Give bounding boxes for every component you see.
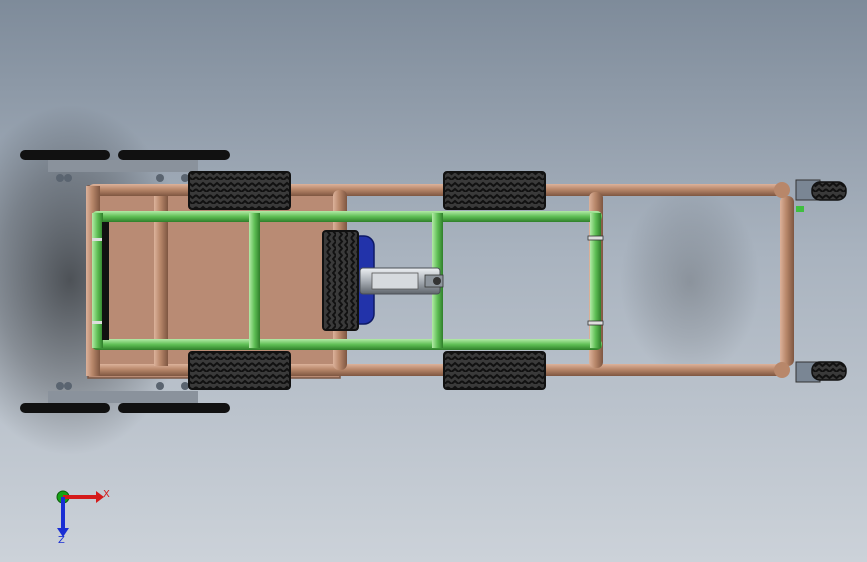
cad-model-view[interactable] [0,0,867,562]
steering-column[interactable] [359,267,444,295]
ground-shadow-right [620,187,760,377]
cad-viewport[interactable]: X Z [0,0,867,562]
